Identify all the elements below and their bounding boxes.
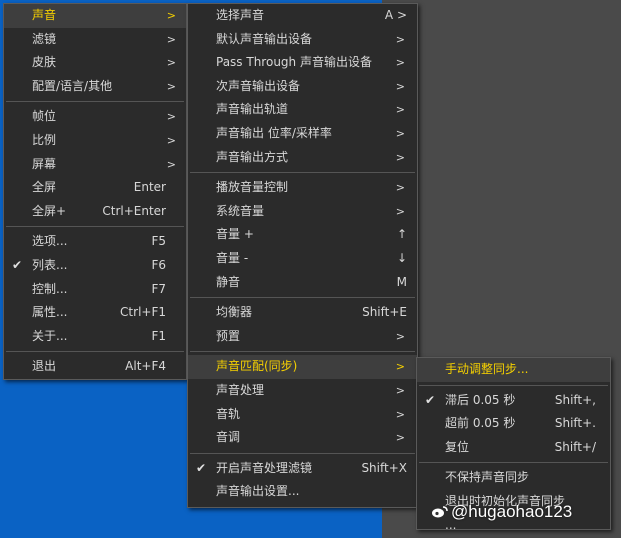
- menu-separator: [190, 297, 415, 299]
- menu-item-sound[interactable]: 声音 >: [4, 4, 186, 28]
- chevron-right-icon: >: [166, 133, 176, 147]
- chevron-right-icon: >: [166, 9, 176, 22]
- menu-separator: [6, 226, 184, 228]
- chevron-right-icon: >: [395, 329, 405, 343]
- chevron-right-icon: >: [395, 32, 405, 46]
- menu-separator: [190, 351, 415, 353]
- menu-item-system-volume[interactable]: 系统音量 >: [188, 200, 417, 224]
- chevron-right-icon: >: [395, 407, 405, 421]
- arrow-up-icon: ↑: [396, 227, 407, 242]
- menu-separator: [190, 172, 415, 174]
- shortcut-text: F7: [151, 281, 166, 296]
- menu-item-playback-volume[interactable]: 播放音量控制 >: [188, 176, 417, 200]
- chevron-right-icon: >: [395, 150, 405, 164]
- shortcut-text: Alt+F4: [125, 359, 166, 374]
- menu-item-passthrough-device[interactable]: Pass Through 声音输出设备 >: [188, 51, 417, 75]
- menu-item-mute[interactable]: 静音 M: [188, 271, 417, 295]
- menu-item-screen[interactable]: 屏幕 >: [4, 153, 186, 177]
- menu-item-ratio[interactable]: 比例 >: [4, 129, 186, 153]
- shortcut-text: Ctrl+F1: [120, 305, 166, 320]
- menu-item-reset[interactable]: 复位 Shift+/: [417, 436, 610, 460]
- menu-item-enable-audio-filter[interactable]: ✔ 开启声音处理滤镜 Shift+X: [188, 457, 417, 481]
- chevron-right-icon: >: [166, 56, 176, 70]
- sound-submenu: 选择声音 A > 默认声音输出设备 > Pass Through 声音输出设备 > 次…: [187, 3, 418, 508]
- menu-item-playlist[interactable]: ✔ 列表... F6: [4, 254, 186, 278]
- chevron-right-icon: >: [166, 157, 176, 171]
- menu-item-config-language[interactable]: 配置/语言/其他 >: [4, 75, 186, 99]
- weibo-icon: [432, 506, 448, 518]
- menu-item-secondary-output-device[interactable]: 次声音输出设备 >: [188, 75, 417, 99]
- menu-separator: [419, 462, 608, 464]
- menu-separator: [190, 452, 415, 454]
- checkmark-icon: ✔: [196, 460, 207, 475]
- menu-separator: [6, 101, 184, 103]
- shortcut-text: Shift+/: [554, 439, 596, 454]
- shortcut-text: Shift+,: [554, 392, 596, 407]
- menu-item-select-sound[interactable]: 选择声音 A >: [188, 4, 417, 28]
- shortcut-text: F6: [151, 257, 166, 272]
- chevron-right-icon: >: [395, 360, 405, 374]
- menu-item-audio-processing[interactable]: 声音处理 >: [188, 379, 417, 403]
- menu-item-fullscreen-plus[interactable]: 全屏+ Ctrl+Enter: [4, 200, 186, 224]
- menu-item-pitch[interactable]: 音调 >: [188, 426, 417, 450]
- menu-separator: [419, 384, 608, 386]
- menu-item-default-output-device[interactable]: 默认声音输出设备 >: [188, 28, 417, 52]
- chevron-right-icon: >: [395, 79, 405, 93]
- menu-item-equalizer[interactable]: 均衡器 Shift+E: [188, 301, 417, 325]
- menu-item-options[interactable]: 选项... F5: [4, 230, 186, 254]
- shortcut-text: Ctrl+Enter: [102, 203, 166, 218]
- watermark: @hugaohao123: [432, 502, 572, 522]
- shortcut-text: F5: [151, 234, 166, 249]
- menu-item-control[interactable]: 控制... F7: [4, 278, 186, 302]
- chevron-right-icon: >: [395, 431, 405, 445]
- shortcut-text: M: [396, 274, 407, 289]
- chevron-right-icon: >: [395, 56, 405, 70]
- chevron-right-icon: >: [395, 103, 405, 117]
- shortcut-text: F1: [151, 328, 166, 343]
- menu-item-frame-position[interactable]: 帧位 >: [4, 105, 186, 129]
- menu-item-volume-down[interactable]: 音量 - ↓: [188, 247, 417, 271]
- menu-item-fullscreen[interactable]: 全屏 Enter: [4, 176, 186, 200]
- shortcut-text: Shift+X: [361, 460, 407, 475]
- chevron-right-icon: >: [395, 204, 405, 218]
- menu-item-no-keep-sync[interactable]: 不保持声音同步: [417, 466, 610, 490]
- menu-separator: [6, 351, 184, 353]
- checkmark-icon: ✔: [12, 257, 23, 272]
- shortcut-text: Shift+E: [362, 305, 407, 320]
- menu-item-preset[interactable]: 预置 >: [188, 325, 417, 349]
- menu-item-about[interactable]: 关于... F1: [4, 325, 186, 349]
- chevron-right-icon: >: [166, 110, 176, 124]
- chevron-right-icon: >: [395, 181, 405, 195]
- menu-item-delay[interactable]: ✔ 滞后 0.05 秒 Shift+,: [417, 389, 610, 413]
- menu-item-audio-track[interactable]: 音轨 >: [188, 403, 417, 427]
- menu-item-filter[interactable]: 滤镜 >: [4, 28, 186, 52]
- menu-item-skin[interactable]: 皮肤 >: [4, 51, 186, 75]
- menu-item-advance[interactable]: 超前 0.05 秒 Shift+.: [417, 412, 610, 436]
- menu-item-audio-sync[interactable]: 声音匹配(同步) >: [188, 355, 417, 379]
- shortcut-text: Enter: [133, 180, 166, 195]
- chevron-right-icon: >: [166, 32, 176, 46]
- chevron-right-icon: >: [395, 126, 405, 140]
- menu-item-output-mode[interactable]: 声音输出方式 >: [188, 146, 417, 170]
- main-context-menu: 声音 > 滤镜 > 皮肤 > 配置/语言/其他 > 帧位 > 比例 > 屏幕 > 全屏 Ente…: [3, 3, 187, 380]
- menu-item-properties[interactable]: 属性... Ctrl+F1: [4, 301, 186, 325]
- menu-item-bitrate-samplerate[interactable]: 声音输出 位率/采样率 >: [188, 122, 417, 146]
- checkmark-icon: ✔: [425, 392, 436, 407]
- arrow-down-icon: ↓: [396, 250, 407, 265]
- menu-item-output-track[interactable]: 声音输出轨道 >: [188, 98, 417, 122]
- menu-item-exit[interactable]: 退出 Alt+F4: [4, 355, 186, 379]
- chevron-right-icon: >: [166, 79, 176, 93]
- chevron-right-icon: >: [395, 383, 405, 397]
- shortcut-text: Shift+.: [554, 416, 596, 431]
- menu-item-output-settings[interactable]: 声音输出设置...: [188, 480, 417, 504]
- menu-item-volume-up[interactable]: 音量 + ↑: [188, 223, 417, 247]
- menu-item-manual-sync[interactable]: 手动调整同步...: [417, 358, 610, 382]
- shortcut-text: A >: [384, 8, 407, 22]
